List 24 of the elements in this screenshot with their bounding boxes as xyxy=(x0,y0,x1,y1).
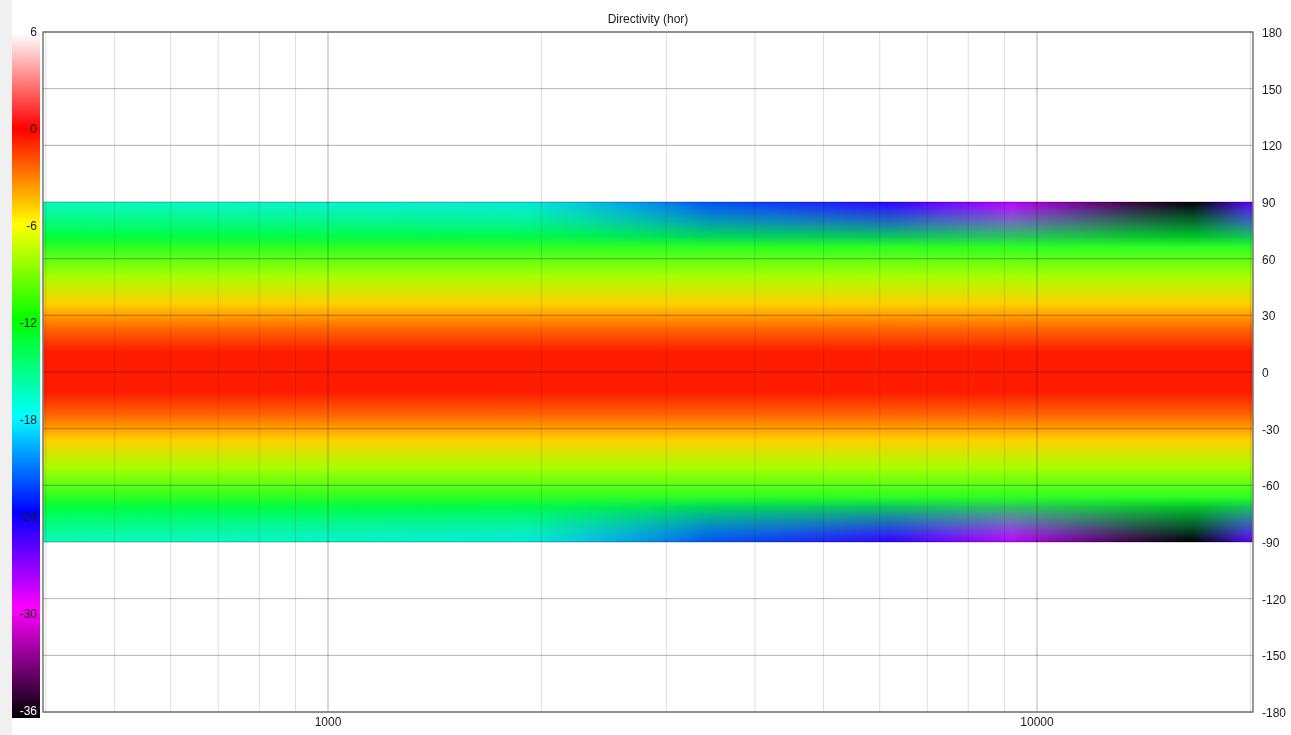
scale-label: 0 xyxy=(30,122,37,136)
axis-label: -30 xyxy=(1262,422,1280,437)
axis-label: 150 xyxy=(1262,82,1283,97)
scale-label: -24 xyxy=(19,510,37,524)
scale-label: 6 xyxy=(30,25,37,39)
scale-label: -6 xyxy=(26,219,37,233)
scale-label: -30 xyxy=(19,607,37,621)
axis-label: 90 xyxy=(1262,196,1276,210)
axis-label: -180 xyxy=(1262,706,1287,720)
axis-label: 0 xyxy=(1262,366,1269,380)
axis-label: 1000 xyxy=(314,715,342,729)
axis-label: -60 xyxy=(1262,479,1280,494)
axis-label: 120 xyxy=(1262,139,1283,154)
axis-label: 10000 xyxy=(1020,715,1054,729)
axis-label: 30 xyxy=(1262,309,1276,324)
scale-label: -36 xyxy=(19,704,37,718)
scale-label: -18 xyxy=(19,413,37,427)
axis-label: -90 xyxy=(1262,536,1280,550)
scale-label: -12 xyxy=(19,316,37,330)
axis-label: 60 xyxy=(1262,252,1276,267)
axis-label: 180 xyxy=(1262,26,1283,40)
chart-title: Directivity (hor) xyxy=(607,12,689,26)
axis-label: -150 xyxy=(1262,649,1287,664)
axis-label: -120 xyxy=(1262,592,1287,607)
